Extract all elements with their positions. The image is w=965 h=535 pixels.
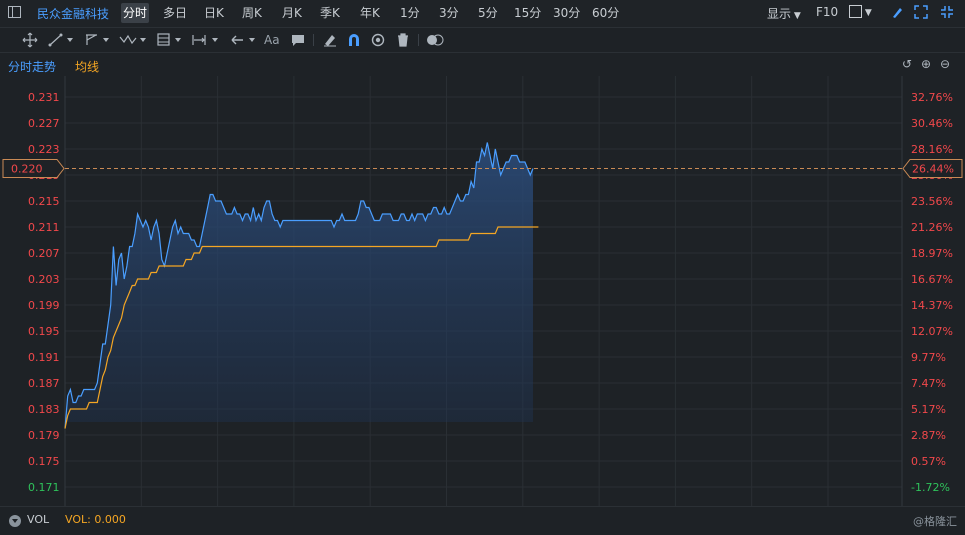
tab-timeframe-multiday[interactable]: 多日 — [161, 3, 189, 23]
right-tick-label: 14.37% — [911, 299, 953, 312]
tab-timeframe-60min[interactable]: 60分 — [590, 3, 621, 23]
collapse-volume-icon[interactable] — [9, 515, 21, 527]
right-tick-label: 12.07% — [911, 325, 953, 338]
line-tool-icon[interactable] — [48, 32, 76, 48]
chart-legend-row: 分时走势 均线 ↺ ⊕ ⊖ — [0, 54, 965, 76]
price-chart[interactable]: 0.2310.2270.2230.2190.2150.2110.2070.203… — [0, 76, 965, 506]
reset-icon[interactable]: ↺ — [902, 57, 912, 71]
right-tick-label: 16.67% — [911, 273, 953, 286]
volume-label[interactable]: VOL — [27, 513, 49, 526]
arrow-tool-icon[interactable] — [229, 32, 259, 48]
tab-timeframe-fenshi[interactable]: 分时 — [121, 3, 150, 23]
right-percent-axis: 32.76%30.46%28.16%25.86%23.56%21.26%18.9… — [911, 91, 953, 494]
right-tick-label: 30.46% — [911, 117, 953, 130]
sidebar-toggle-icon[interactable] — [8, 6, 21, 18]
zoom-in-icon[interactable]: ⊕ — [921, 57, 931, 71]
tab-timeframe-30min[interactable]: 30分 — [551, 3, 582, 23]
current-percent-label: 26.44% — [912, 163, 954, 176]
right-tick-label: 5.17% — [911, 403, 946, 416]
toolbar-divider — [313, 34, 314, 46]
display-label: 显示 — [767, 7, 792, 21]
left-tick-label: 0.183 — [28, 403, 60, 416]
volume-bar: VOL VOL: 0.000 @格隆汇 — [0, 506, 965, 535]
square-icon — [849, 5, 862, 18]
tab-timeframe-15min[interactable]: 15分 — [512, 3, 543, 23]
eraser-icon[interactable] — [322, 32, 338, 48]
watermark: @格隆汇 — [913, 515, 957, 528]
right-tick-label: 18.97% — [911, 247, 953, 260]
zoom-out-icon[interactable]: ⊖ — [940, 57, 950, 71]
left-tick-label: 0.171 — [28, 481, 60, 494]
toggle-icon[interactable] — [426, 32, 444, 48]
layout-select[interactable]: ▼ — [849, 4, 872, 18]
right-tick-label: 28.16% — [911, 143, 953, 156]
f10-button[interactable]: F10 — [816, 5, 838, 19]
right-tick-label: 7.47% — [911, 377, 946, 390]
range-tool-icon[interactable] — [191, 32, 221, 48]
display-menu[interactable]: 显示 ▼ — [767, 5, 801, 22]
fibonacci-tool-icon[interactable] — [156, 32, 184, 48]
right-tick-label: 9.77% — [911, 351, 946, 364]
left-tick-label: 0.203 — [28, 273, 60, 286]
trash-icon[interactable] — [395, 32, 411, 48]
legend-avg-label[interactable]: 均线 — [75, 58, 99, 75]
tab-timeframe-quarterly[interactable]: 季K — [318, 3, 342, 23]
tab-timeframe-daily[interactable]: 日K — [202, 3, 226, 23]
toolbar-divider — [418, 34, 419, 46]
volume-value: VOL: 0.000 — [65, 513, 126, 526]
tab-timeframe-1min[interactable]: 1分 — [398, 3, 422, 23]
comment-icon[interactable] — [290, 32, 306, 48]
tab-timeframe-yearly[interactable]: 年K — [358, 3, 382, 23]
eye-icon[interactable] — [370, 32, 386, 48]
right-tick-label: -1.72% — [911, 481, 950, 494]
channel-tool-icon[interactable] — [84, 32, 112, 48]
text-tool-icon[interactable]: Aa — [264, 32, 280, 48]
left-tick-label: 0.223 — [28, 143, 60, 156]
fullscreen-icon[interactable] — [914, 5, 928, 19]
wave-tool-icon[interactable] — [119, 32, 149, 48]
left-tick-label: 0.195 — [28, 325, 60, 338]
chevron-down-icon: ▼ — [862, 8, 872, 18]
left-tick-label: 0.211 — [28, 221, 60, 234]
left-tick-label: 0.215 — [28, 195, 60, 208]
drawing-toolbar: Aa — [0, 28, 965, 53]
left-tick-label: 0.175 — [28, 455, 60, 468]
collapse-icon[interactable] — [940, 5, 954, 19]
brush-icon[interactable] — [890, 5, 904, 19]
right-tick-label: 32.76% — [911, 91, 953, 104]
right-tick-label: 0.57% — [911, 455, 946, 468]
left-tick-label: 0.187 — [28, 377, 60, 390]
right-tick-label: 23.56% — [911, 195, 953, 208]
left-tick-label: 0.231 — [28, 91, 60, 104]
left-price-axis: 0.2310.2270.2230.2190.2150.2110.2070.203… — [28, 91, 60, 494]
move-icon[interactable] — [22, 32, 38, 48]
tab-timeframe-5min[interactable]: 5分 — [476, 3, 500, 23]
chevron-down-icon: ▼ — [791, 11, 801, 21]
current-price-label: 0.220 — [11, 163, 43, 176]
left-tick-label: 0.207 — [28, 247, 60, 260]
left-tick-label: 0.179 — [28, 429, 60, 442]
tab-timeframe-monthly[interactable]: 月K — [280, 3, 304, 23]
magnet-icon[interactable] — [346, 32, 362, 48]
stock-name[interactable]: 民众金融科技 — [37, 5, 109, 22]
right-tick-label: 21.26% — [911, 221, 953, 234]
right-tick-label: 2.87% — [911, 429, 946, 442]
left-tick-label: 0.191 — [28, 351, 60, 364]
tab-timeframe-3min[interactable]: 3分 — [437, 3, 461, 23]
left-tick-label: 0.199 — [28, 299, 60, 312]
tab-timeframe-weekly[interactable]: 周K — [240, 3, 264, 23]
legend-trend-label[interactable]: 分时走势 — [8, 58, 56, 75]
top-bar: 民众金融科技 分时 多日 日K 周K 月K 季K 年K 1分 3分 5分 15分… — [0, 0, 965, 28]
left-tick-label: 0.227 — [28, 117, 60, 130]
